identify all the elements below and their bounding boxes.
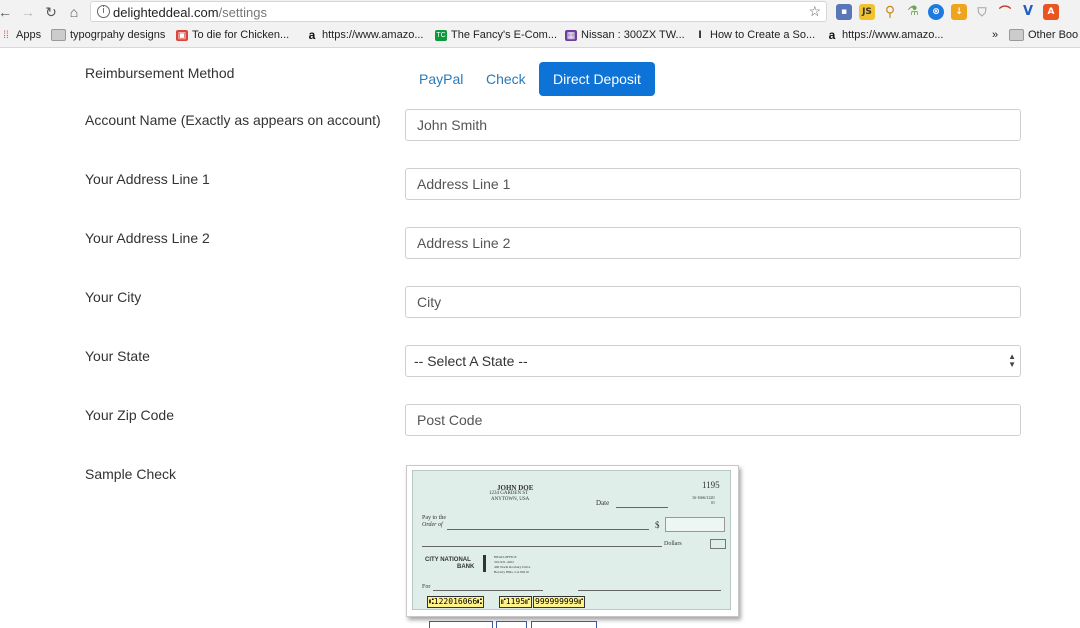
tab-direct-deposit[interactable]: Direct Deposit	[539, 62, 655, 96]
forward-icon[interactable]: →	[19, 3, 37, 21]
js-extension-icon[interactable]: JS	[859, 4, 875, 20]
home-icon[interactable]: ⌂	[65, 3, 83, 21]
bank-addr3: 400 North Roxbury Drive	[494, 565, 531, 569]
wave-extension-icon[interactable]: ⌒	[997, 4, 1013, 20]
bookmark-amazon-2[interactable]: a https://www.amazo...	[826, 27, 944, 42]
routing-number: ⑆122016066⑆	[427, 596, 484, 608]
check-currency: $	[655, 520, 660, 530]
bookmark-other[interactable]: Other Boo	[1009, 29, 1078, 41]
ring-extension-icon[interactable]: ⊗	[928, 4, 944, 20]
signature-line	[578, 590, 721, 591]
state-label: Your State	[85, 348, 150, 364]
zip-label: Your Zip Code	[85, 407, 174, 423]
browser-toolbar: ← → ↻ ⌂ i delighteddeal.com/settings ☆ ▪…	[0, 0, 1080, 25]
address2-label: Your Address Line 2	[85, 230, 210, 246]
sample-check-image: JOHN DOE 1234 GARDEN ST ANYTOWN, USA 119…	[406, 465, 739, 617]
check-number-callout-box	[496, 621, 527, 628]
account-name-label: Account Name (Exactly as appears on acco…	[85, 112, 381, 128]
bookmark-amazon-1[interactable]: a https://www.amazo...	[306, 27, 424, 42]
micr-check-number: ⑈1195⑈	[499, 596, 532, 608]
bank-name: CITY NATIONAL	[425, 557, 471, 563]
address1-label: Your Address Line 1	[85, 171, 210, 187]
flag-extension-icon[interactable]: ▪	[836, 4, 852, 20]
payee-line	[447, 529, 649, 530]
apps-grid-icon: ⁞⁞	[3, 29, 9, 41]
info-icon[interactable]: i	[97, 5, 110, 18]
address2-input[interactable]: Address Line 2	[405, 227, 1021, 259]
folder-icon	[1009, 29, 1024, 41]
tab-check[interactable]: Check	[472, 62, 540, 96]
routing-callout-box	[429, 621, 493, 628]
techcrunch-icon: TC	[435, 29, 447, 41]
sample-check-label: Sample Check	[85, 466, 177, 482]
check-number: 1195	[702, 480, 720, 490]
bank-logo-icon	[483, 555, 486, 572]
bookmarks-overflow[interactable]: »	[992, 29, 998, 41]
bookmark-typography[interactable]: typogrpahy designs	[51, 29, 165, 41]
account-name-input[interactable]: John Smith	[405, 109, 1021, 141]
amazon-icon: a	[828, 27, 836, 42]
check-fraction2: 01	[711, 500, 715, 505]
magnifier-extension-icon[interactable]: ⚲	[882, 4, 898, 20]
bank-addr2: 310-931-4202	[494, 560, 514, 564]
memo-line	[433, 590, 543, 591]
tv-icon: ▦	[565, 29, 577, 41]
bookmark-howto[interactable]: I How to Create a So...	[694, 29, 815, 41]
shield-extension-icon[interactable]: ⛉	[974, 4, 990, 20]
check-address1: 1234 GARDEN ST	[489, 491, 529, 496]
amount-box	[665, 517, 725, 532]
amount-words-line	[422, 546, 662, 547]
account-number: 999999999⑈	[533, 596, 586, 608]
account-callout-box	[531, 621, 597, 628]
city-input[interactable]: City	[405, 286, 1021, 318]
reload-icon[interactable]: ↻	[42, 3, 60, 21]
zip-input[interactable]: Post Code	[405, 404, 1021, 436]
check-face: JOHN DOE 1234 GARDEN ST ANYTOWN, USA 119…	[412, 470, 731, 610]
bookmark-star-icon[interactable]: ☆	[808, 3, 821, 20]
check-order-label: Order of	[422, 522, 443, 528]
instructables-icon: I	[698, 28, 702, 41]
select-arrows-icon: ▲ ▼	[1008, 352, 1016, 369]
check-date-label: Date	[596, 499, 610, 507]
tab-paypal[interactable]: PayPal	[405, 62, 477, 96]
check-dollars-label: Dollars	[664, 541, 682, 547]
city-label: Your City	[85, 289, 142, 305]
reimbursement-label: Reimbursement Method	[85, 65, 235, 81]
address-bar[interactable]: i delighteddeal.com/settings ☆	[90, 1, 827, 22]
download-extension-icon[interactable]: ↓	[951, 4, 967, 20]
security-lock-icon	[710, 539, 726, 549]
recipe-icon: ▣	[176, 29, 188, 41]
address1-input[interactable]: Address Line 1	[405, 168, 1021, 200]
bank-name-2: BANK	[457, 564, 475, 570]
v-extension-icon[interactable]: V	[1020, 4, 1036, 20]
url-text[interactable]: delighteddeal.com/settings	[113, 5, 267, 20]
amazon-icon: a	[308, 27, 316, 42]
date-line	[616, 507, 668, 508]
state-select[interactable]: -- Select A State -- ▲ ▼	[405, 345, 1021, 377]
flask-extension-icon[interactable]: ⚗	[905, 4, 921, 20]
profile-extension-icon[interactable]: A	[1043, 4, 1059, 20]
extension-icons: ▪ JS ⚲ ⚗ ⊗ ↓ ⛉ ⌒ V A	[836, 4, 1059, 20]
back-icon[interactable]: ←	[0, 3, 14, 21]
bookmark-chicken[interactable]: ▣ To die for Chicken...	[176, 29, 289, 41]
bookmarks-bar: ⁞⁞ Apps typogrpahy designs ▣ To die for …	[0, 25, 1080, 48]
check-payto-label: Pay to the	[422, 515, 446, 521]
state-select-value: -- Select A State --	[414, 353, 528, 369]
check-for-label: For	[422, 584, 431, 590]
bank-addr1: HEAD OFFICE	[494, 555, 517, 559]
bank-addr4: Beverly Hills, CA 90210	[494, 570, 529, 574]
bookmark-fancy[interactable]: TC The Fancy's E-Com...	[435, 29, 557, 41]
bookmark-nissan[interactable]: ▦ Nissan : 300ZX TW...	[565, 29, 685, 41]
bookmark-apps[interactable]: ⁞⁞ Apps	[0, 29, 41, 41]
folder-icon	[51, 29, 66, 41]
check-address2: ANYTOWN, USA	[491, 497, 530, 502]
